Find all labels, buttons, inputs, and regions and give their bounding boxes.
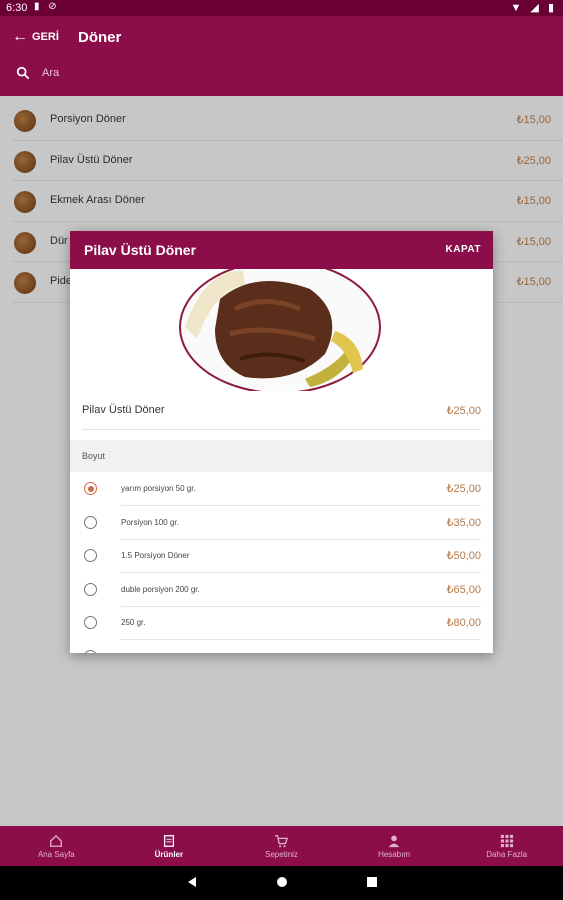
nav-account[interactable]: Hesabım bbox=[338, 826, 451, 866]
option-label: duble porsiyon 200 gr. bbox=[121, 585, 481, 607]
bottom-navigation: Ana Sayfa Ürünler Sepetiniz Hesabım Daha… bbox=[0, 826, 563, 866]
status-bar: 6:30 ▮ ⊘ ▼ ◢ ▮ bbox=[0, 0, 563, 16]
option-price: ₺50,00 bbox=[446, 550, 481, 562]
radio-button[interactable] bbox=[84, 515, 97, 529]
dialog-header: Pilav Üstü Döner KAPAT bbox=[70, 231, 493, 269]
back-button[interactable]: ← GERİ bbox=[12, 28, 59, 46]
nav-label: Daha Fazla bbox=[486, 849, 528, 859]
nav-products[interactable]: Ürünler bbox=[113, 826, 226, 866]
search-icon bbox=[16, 66, 30, 80]
home-circle-icon[interactable] bbox=[276, 876, 288, 888]
close-button[interactable]: KAPAT bbox=[446, 244, 481, 255]
size-option[interactable]: 1.5 Porsiyon Döner ₺50,00 bbox=[84, 539, 493, 573]
option-price: ₺25,00 bbox=[446, 483, 481, 495]
person-icon bbox=[388, 835, 400, 847]
nav-cart[interactable]: Sepetiniz bbox=[225, 826, 338, 866]
notification-icons: ▮ ⊘ bbox=[34, 1, 60, 12]
radio-button[interactable] bbox=[84, 616, 97, 629]
menu-book-icon bbox=[163, 834, 174, 847]
nav-home[interactable]: Ana Sayfa bbox=[0, 826, 113, 866]
section-title: Boyut bbox=[82, 451, 106, 461]
dialog-product-price: ₺25,00 bbox=[446, 405, 481, 417]
product-dialog: Pilav Üstü Döner KAPAT Pilav Üstü Döner … bbox=[70, 231, 493, 653]
cart-icon bbox=[275, 834, 289, 847]
option-label: yarım porsiyon 50 gr. bbox=[121, 484, 481, 506]
size-option[interactable]: 250 gr. ₺80,00 bbox=[84, 606, 493, 640]
dialog-product-name: Pilav Üstü Döner bbox=[82, 404, 165, 416]
back-triangle-icon[interactable] bbox=[186, 876, 198, 888]
arrow-left-icon: ← bbox=[12, 28, 28, 45]
nav-label: Ana Sayfa bbox=[37, 849, 75, 859]
back-label: GERİ bbox=[32, 31, 59, 43]
home-icon bbox=[50, 834, 63, 847]
option-label: 1.5 Porsiyon Döner bbox=[121, 551, 481, 573]
option-label: Porsiyon 100 gr. bbox=[121, 518, 481, 540]
dialog-title: Pilav Üstü Döner bbox=[84, 242, 197, 258]
option-price: ₺35,00 bbox=[446, 516, 481, 529]
dialog-product-row: Pilav Üstü Döner ₺25,00 bbox=[82, 391, 481, 430]
system-navigation-bar bbox=[0, 866, 563, 900]
size-section-header: Boyut bbox=[70, 440, 493, 472]
size-option[interactable]: Porsiyon 100 gr. ₺35,00 bbox=[84, 506, 493, 540]
nav-label: Hesabım bbox=[378, 849, 411, 859]
search-input[interactable]: Ara bbox=[42, 67, 59, 79]
page-title: Döner bbox=[78, 29, 122, 46]
grid-icon bbox=[500, 834, 513, 847]
nav-label: Ürünler bbox=[154, 849, 184, 859]
recents-square-icon[interactable] bbox=[366, 876, 378, 888]
status-time: 6:30 bbox=[6, 2, 28, 14]
signal-battery-icons: ▼ ◢ ▮ bbox=[510, 2, 557, 14]
radio-button[interactable] bbox=[84, 549, 97, 562]
option-price: ₺80,00 bbox=[446, 617, 481, 629]
search-bar[interactable]: Ara bbox=[16, 66, 59, 80]
option-label: 250 gr. bbox=[121, 618, 481, 640]
nav-more[interactable]: Daha Fazla bbox=[450, 826, 563, 866]
size-option-partial[interactable] bbox=[84, 640, 493, 653]
doner-plate-image bbox=[179, 269, 381, 391]
radio-button[interactable] bbox=[84, 582, 97, 596]
option-price: ₺65,00 bbox=[446, 583, 481, 596]
size-option[interactable]: duble porsiyon 200 gr. ₺65,00 bbox=[84, 573, 493, 607]
app-bar: ← GERİ Döner Ara bbox=[0, 16, 563, 96]
nav-label: Sepetiniz bbox=[265, 849, 298, 859]
product-photo bbox=[70, 269, 493, 391]
size-option[interactable]: yarım porsiyon 50 gr. ₺25,00 bbox=[84, 472, 493, 506]
radio-button[interactable] bbox=[84, 649, 97, 653]
radio-button-selected[interactable] bbox=[84, 482, 97, 495]
